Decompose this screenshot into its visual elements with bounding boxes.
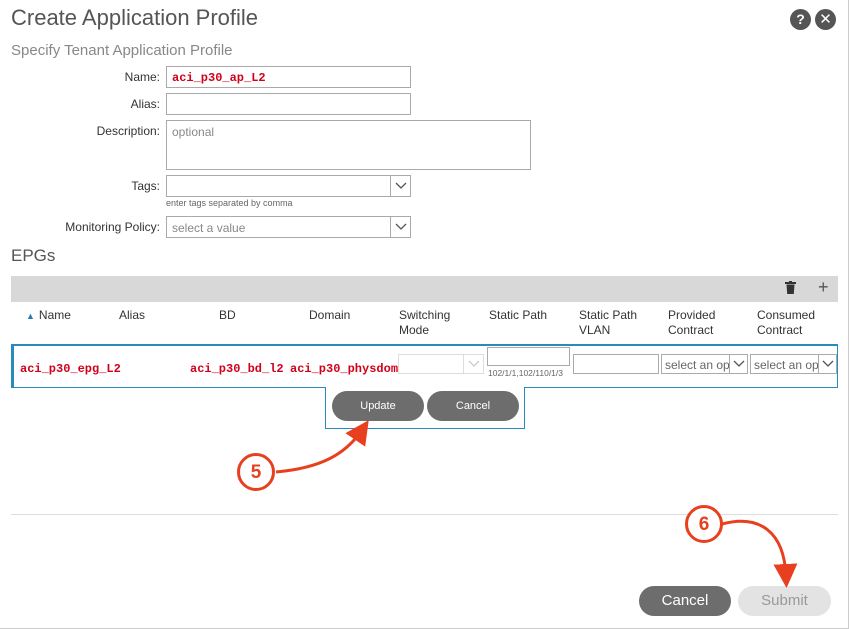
- step-5-callout: 5: [237, 453, 275, 491]
- annotation-arrows: [275, 420, 798, 588]
- create-application-profile-dialog: Create Application Profile ? ✕ Specify T…: [0, 0, 849, 629]
- step-6-callout: 6: [685, 505, 723, 543]
